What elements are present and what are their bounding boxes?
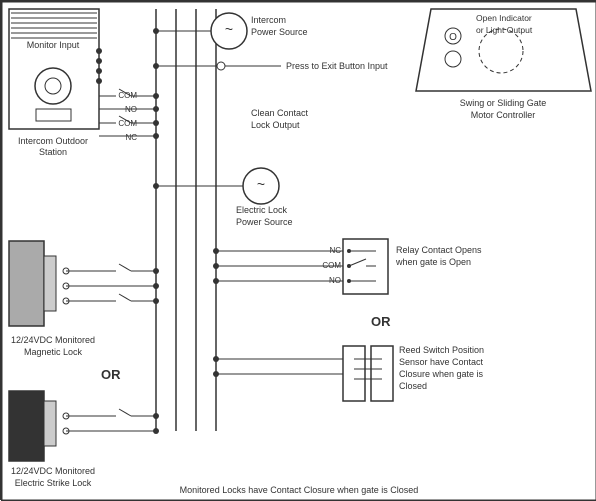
svg-text:Electric Lock: Electric Lock [236,205,288,215]
svg-text:Closure when gate is: Closure when gate is [399,369,484,379]
svg-text:O: O [449,32,457,43]
svg-text:~: ~ [225,21,233,37]
svg-text:Open Indicator: Open Indicator [476,13,532,23]
svg-text:Electric Strike Lock: Electric Strike Lock [15,478,92,488]
svg-text:OR: OR [101,367,121,382]
svg-text:~: ~ [257,176,265,192]
svg-text:12/24VDC Monitored: 12/24VDC Monitored [11,335,95,345]
svg-text:Intercom: Intercom [251,15,286,25]
svg-text:Clean Contact: Clean Contact [251,108,309,118]
svg-text:Reed Switch Position: Reed Switch Position [399,345,484,355]
svg-text:Relay Contact Opens: Relay Contact Opens [396,245,482,255]
svg-text:Sensor have Contact: Sensor have Contact [399,357,484,367]
svg-text:Swing or Sliding Gate: Swing or Sliding Gate [460,98,547,108]
svg-text:or Light Output: or Light Output [476,25,533,35]
svg-text:Power Source: Power Source [236,217,293,227]
svg-text:Monitored Locks have Contact C: Monitored Locks have Contact Closure whe… [180,485,419,495]
svg-text:Press to Exit Button Input: Press to Exit Button Input [286,61,388,71]
svg-text:Motor Controller: Motor Controller [471,110,536,120]
svg-text:Closed: Closed [399,381,427,391]
svg-text:Station: Station [39,147,67,157]
svg-text:Power Source: Power Source [251,27,308,37]
wiring-diagram: Monitor Input Intercom Outdoor Station ~… [0,0,596,500]
svg-text:12/24VDC Monitored: 12/24VDC Monitored [11,466,95,476]
svg-text:when gate is Open: when gate is Open [395,257,471,267]
svg-text:Lock Output: Lock Output [251,120,300,130]
svg-text:Magnetic Lock: Magnetic Lock [24,347,83,357]
svg-text:Intercom Outdoor: Intercom Outdoor [18,136,88,146]
svg-text:Monitor Input: Monitor Input [27,40,80,50]
svg-text:OR: OR [371,314,391,329]
svg-text:NC: NC [125,133,137,142]
